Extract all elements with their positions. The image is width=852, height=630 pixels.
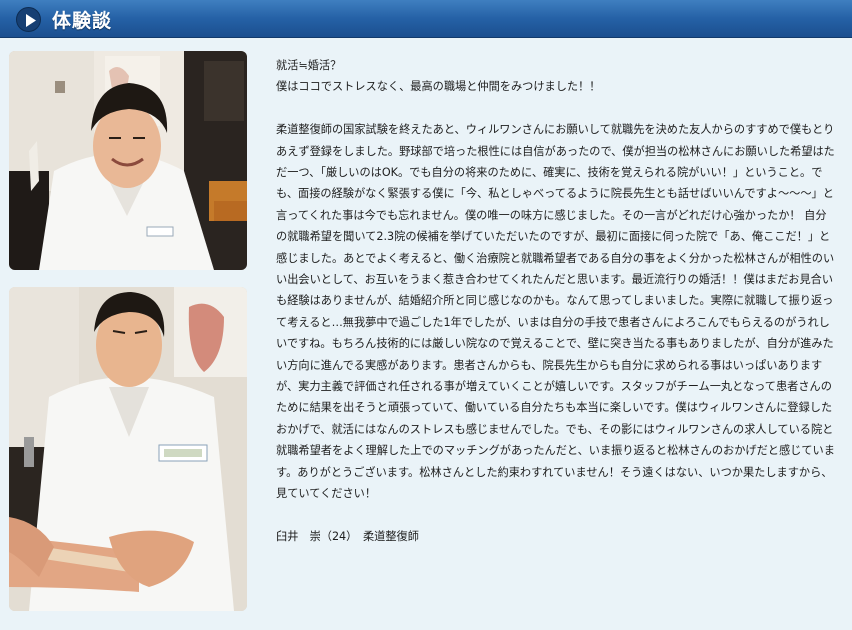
story-signature: 臼井 崇（24） 柔道整復師 [276, 529, 419, 543]
story-heading-line-2: 僕はココでストレスなく、最高の職場と仲間をみつけました！！ [276, 80, 601, 94]
play-icon [16, 7, 41, 32]
section-header: 体験談 [0, 0, 852, 38]
photo-smiling-staff [9, 51, 247, 270]
story-heading-line-1: 就活≒婚活？ [276, 59, 342, 72]
story-body: 柔道整復師の国家試験を終えたあと、ウィルワンさんにお願いして就職先を決めた友人か… [276, 123, 835, 501]
photo-taping-treatment [9, 287, 247, 611]
page-title: 体験談 [52, 10, 113, 32]
testimonial-text: 就活≒婚活？ 僕はココでストレスなく、最高の職場と仲間をみつけました！！ 柔道整… [276, 55, 836, 547]
